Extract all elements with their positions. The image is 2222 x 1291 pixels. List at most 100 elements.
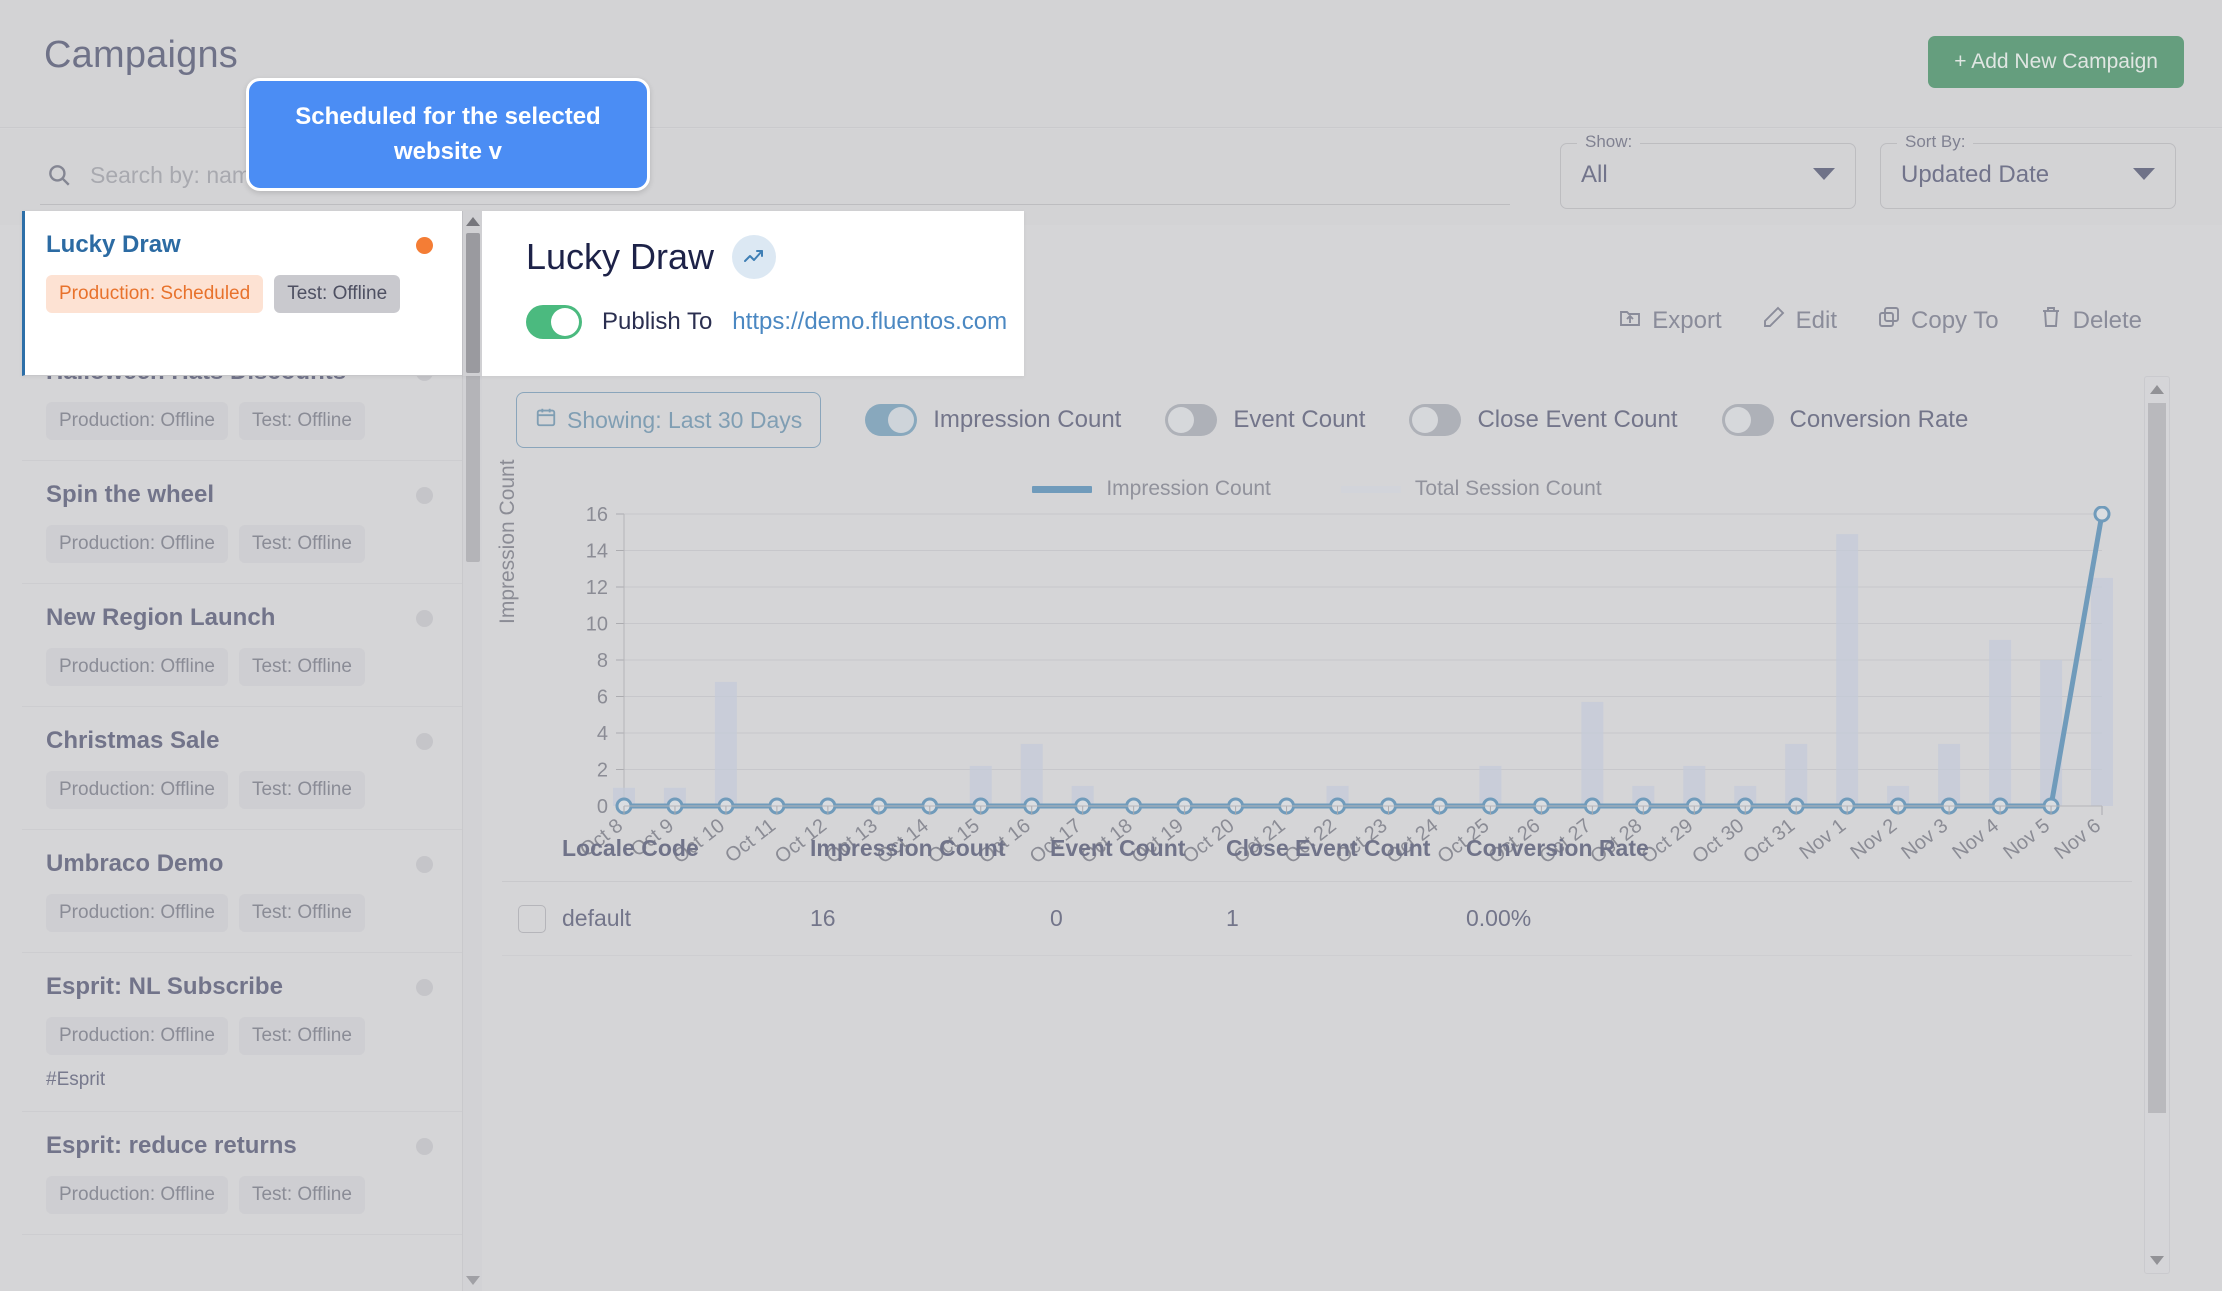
campaign-list-item[interactable]: New Region Launch Production: Offline Test…: [22, 584, 463, 707]
pencil-icon: [1762, 305, 1786, 336]
metrics-table: Locale Code Impression Count Event Count Cl…: [502, 816, 2132, 956]
status-tooltip-text: Scheduled for the selected website v: [295, 103, 601, 165]
legend-swatch: [1340, 485, 1401, 493]
metric-toggle-item: Impression Count: [865, 404, 1121, 436]
test-status-badge: Test: Offline: [238, 648, 365, 686]
legend-item[interactable]: Impression Count: [1032, 477, 1271, 501]
scroll-up-arrow-icon[interactable]: [466, 217, 480, 226]
cell-conversion-rate: 0.00%: [1466, 905, 1532, 931]
action-label: Export: [1652, 306, 1722, 334]
export-icon: [1618, 305, 1642, 336]
svg-text:12: 12: [586, 577, 608, 599]
action-label: Edit: [1795, 306, 1838, 334]
metric-toggle-label: Event Count: [1233, 406, 1366, 433]
test-status-badge: Test: Offline: [238, 894, 365, 932]
test-status-badge: Test: Offline: [238, 525, 365, 563]
campaign-detail-panel: Showing: Last 30 Days Impression Count Ev…: [496, 376, 2132, 1291]
status-dot-icon: [416, 487, 433, 504]
metric-toggle[interactable]: [1409, 404, 1462, 436]
test-status-badge: Test: Offline: [274, 275, 401, 313]
metric-toggle[interactable]: [1165, 404, 1218, 436]
toggle-knob: [1412, 407, 1439, 433]
date-range-button[interactable]: Showing: Last 30 Days: [516, 392, 822, 448]
status-dot-icon: [416, 610, 433, 627]
chart-legend: Impression Count Total Session Count: [502, 472, 2132, 506]
search-icon: [46, 162, 72, 188]
production-status-badge: Production: Offline: [46, 771, 228, 809]
cell-event-count: 0: [1050, 905, 1063, 931]
toggle-knob: [1724, 407, 1751, 433]
production-status-badge: Production: Offline: [46, 648, 228, 686]
date-range-label: Showing: Last 30 Days: [567, 406, 803, 433]
status-dot-icon: [416, 979, 433, 996]
cell-impression-count: 16: [810, 905, 836, 931]
campaign-list-scrollbar[interactable]: [462, 215, 482, 1291]
legend-label: Impression Count: [1106, 477, 1271, 500]
campaign-list-item[interactable]: Umbraco Demo Production: Offline Test: Off…: [22, 830, 463, 953]
sort-by-select[interactable]: Sort By: Updated Date: [1880, 132, 2176, 209]
campaign-name: Spin the wheel: [46, 481, 215, 508]
svg-text:0: 0: [597, 796, 608, 818]
status-tooltip: Scheduled for the selected website v: [246, 78, 650, 191]
test-status-badge: Test: Offline: [238, 1176, 365, 1214]
toggle-knob: [1168, 407, 1195, 433]
metric-toggle[interactable]: [865, 404, 918, 436]
page-title: Campaigns: [44, 34, 239, 76]
table-column-header: Locale Code: [562, 835, 699, 861]
panel-scroll-down-icon[interactable]: [2150, 1256, 2164, 1265]
table-column-header: Close Event Count: [1226, 835, 1431, 861]
publish-label: Publish To: [602, 308, 713, 335]
production-status-badge: Production: Scheduled: [46, 275, 264, 313]
toggle-knob: [551, 308, 579, 336]
campaign-list-item-selected[interactable]: Lucky Draw Production: Scheduled Test: O…: [22, 211, 463, 376]
show-filter-select[interactable]: Show: All: [1560, 132, 1856, 209]
metric-toggle-item: Event Count: [1165, 404, 1365, 436]
campaign-list-scroll-area[interactable]: Lucky Draw Production: Scheduled Test: Off…: [22, 215, 482, 1291]
scroll-down-arrow-icon[interactable]: [466, 1276, 480, 1285]
trending-up-icon[interactable]: [732, 235, 777, 279]
metric-toggle[interactable]: [1721, 404, 1774, 436]
legend-item[interactable]: Total Session Count: [1340, 477, 1602, 501]
campaign-name: New Region Launch: [46, 604, 276, 631]
metric-toggle-label: Close Event Count: [1477, 406, 1678, 433]
metric-toggle-label: Impression Count: [933, 406, 1122, 433]
export-action[interactable]: Export: [1618, 305, 1722, 336]
campaign-list-item[interactable]: Spin the wheel Production: Offline Test: O…: [22, 461, 463, 584]
chart-toolbar: Showing: Last 30 Days Impression Count Ev…: [516, 392, 1996, 448]
campaigns-page: Campaigns + Add New Campaign Show: All S…: [0, 0, 2222, 1291]
copy-to-action[interactable]: Copy To: [1877, 305, 1999, 336]
detail-campaign-title: Lucky Draw: [526, 236, 715, 277]
svg-text:16: 16: [586, 506, 608, 526]
table-row[interactable]: default 16 0 1 0.00%: [502, 882, 2132, 956]
cell-locale-code: default: [562, 905, 632, 931]
campaign-name: Esprit: NL Subscribe: [46, 973, 283, 1000]
panel-scroll-up-icon[interactable]: [2150, 385, 2164, 394]
publish-toggle[interactable]: [526, 305, 582, 339]
table-header-row: Locale Code Impression Count Event Count Cl…: [502, 816, 2132, 882]
publish-url-link[interactable]: https://demo.fluentos.com: [732, 308, 1007, 336]
row-checkbox[interactable]: [518, 904, 546, 933]
chart-y-axis-title: Impression Count: [496, 459, 519, 624]
add-new-campaign-button[interactable]: + Add New Campaign: [1928, 36, 2184, 88]
test-status-badge: Test: Offline: [238, 1017, 365, 1055]
campaign-list-item[interactable]: Christmas Sale Production: Offline Test: O…: [22, 707, 463, 830]
panel-scrollbar-thumb[interactable]: [2148, 403, 2166, 1113]
campaign-list-item[interactable]: Esprit: reduce returns Production: Offlin…: [22, 1112, 463, 1235]
svg-text:6: 6: [597, 687, 608, 709]
campaign-actions-toolbar: Export Edit Copy To Delete: [1618, 305, 2142, 336]
copy-icon: [1877, 305, 1901, 336]
edit-action[interactable]: Edit: [1762, 305, 1837, 336]
production-status-badge: Production: Offline: [46, 402, 228, 440]
metric-toggle-item: Conversion Rate: [1721, 404, 1968, 436]
campaign-list-item[interactable]: Esprit: NL Subscribe Production: Offline T…: [22, 953, 463, 1112]
svg-text:2: 2: [597, 760, 608, 782]
delete-action[interactable]: Delete: [2039, 305, 2142, 336]
show-filter-value: All: [1581, 161, 1608, 188]
detail-panel-scrollbar[interactable]: [2144, 376, 2170, 1274]
campaign-list-scrollbar-highlight[interactable]: [462, 211, 482, 376]
scrollbar-thumb[interactable]: [466, 233, 480, 373]
status-dot-icon: [416, 856, 433, 873]
svg-text:8: 8: [597, 650, 608, 672]
campaign-tag: #Esprit: [46, 1069, 106, 1090]
publish-row: Publish To https://demo.fluentos.com: [526, 305, 1007, 339]
